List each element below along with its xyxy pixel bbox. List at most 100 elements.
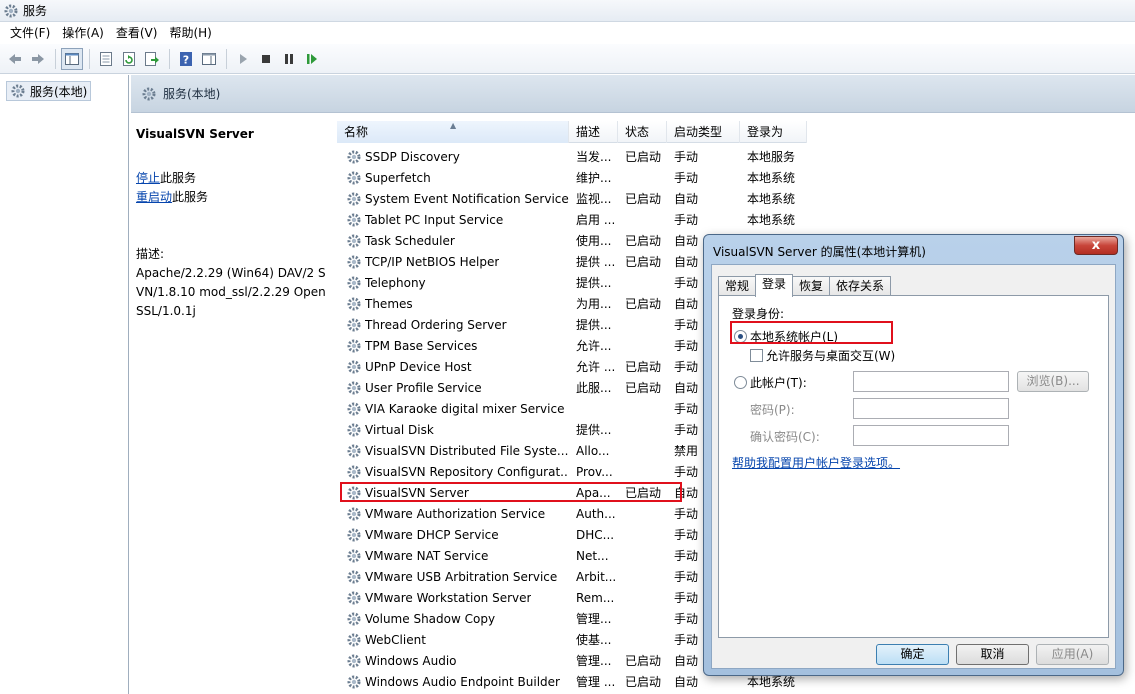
content-header: 服务(本地) <box>131 75 1135 113</box>
forward-button[interactable] <box>27 48 49 70</box>
column-header-logon-as[interactable]: 登录为 <box>740 121 807 143</box>
table-row[interactable]: System Event Notification Service 监视... 已启… <box>337 188 1135 209</box>
properties-dialog: VisualSVN Server 的属性(本地计算机) x 常规 登录 恢复 依… <box>703 234 1124 676</box>
properties-button[interactable] <box>95 48 117 70</box>
services-gear-icon <box>11 84 25 98</box>
service-name: VMware Authorization Service <box>365 506 546 521</box>
this-account-label[interactable]: 此帐户(T): <box>750 374 807 391</box>
allow-desktop-checkbox[interactable] <box>750 349 763 362</box>
pause-service-button[interactable] <box>278 48 300 70</box>
cell-status: 已启动 <box>625 675 662 689</box>
svg-text:?: ? <box>183 53 189 66</box>
cell-name: User Profile Service <box>337 380 569 396</box>
apply-button[interactable]: 应用(A) <box>1036 644 1109 665</box>
show-action-pane-button[interactable] <box>198 48 220 70</box>
browse-button[interactable]: 浏览(B)... <box>1017 371 1089 392</box>
export-list-button[interactable] <box>141 48 163 70</box>
menu-view[interactable]: 查看(V) <box>110 23 164 43</box>
account-input[interactable] <box>853 371 1009 392</box>
list-header: ▲ 名称 描述 状态 启动类型 登录为 <box>337 121 807 143</box>
service-gear-icon <box>347 444 361 457</box>
column-header-name[interactable]: ▲ 名称 <box>337 121 569 143</box>
refresh-button[interactable] <box>118 48 140 70</box>
cell-name: Themes <box>337 296 569 312</box>
cell-status: 已启动 <box>625 255 662 269</box>
highlight-local-system-option <box>730 321 893 344</box>
dialog-tabs: 常规 登录 恢复 依存关系 <box>718 274 892 297</box>
tab-dependencies[interactable]: 依存关系 <box>829 276 892 297</box>
help-button[interactable]: ? <box>175 48 197 70</box>
service-gear-icon <box>347 360 361 373</box>
cell-name: SSDP Discovery <box>337 149 569 165</box>
service-gear-icon <box>347 150 361 163</box>
help-configure-logon-link[interactable]: 帮助我配置用户帐户登录选项。 <box>732 454 900 471</box>
tab-logon[interactable]: 登录 <box>755 274 794 297</box>
column-header-name-label: 名称 <box>344 125 369 139</box>
cell-name: VMware USB Arbitration Service <box>337 569 569 585</box>
service-gear-icon <box>347 612 361 625</box>
menu-action[interactable]: 操作(A) <box>56 23 110 43</box>
service-gear-icon <box>347 675 361 688</box>
tab-general[interactable]: 常规 <box>718 276 757 297</box>
service-gear-icon <box>347 465 361 478</box>
service-name: TCP/IP NetBIOS Helper <box>365 254 500 269</box>
cancel-button[interactable]: 取消 <box>956 644 1029 665</box>
cell-description: 管理... <box>576 612 612 626</box>
cell-name: VMware NAT Service <box>337 548 569 564</box>
stop-icon <box>262 54 270 63</box>
cell-status: 已启动 <box>625 234 662 248</box>
password-input[interactable] <box>853 398 1009 419</box>
cell-name: TCP/IP NetBIOS Helper <box>337 254 569 270</box>
console-tree-icon <box>65 52 79 65</box>
cell-startup-type: 自动 <box>674 192 699 206</box>
confirm-password-input[interactable] <box>853 425 1009 446</box>
show-console-tree-button[interactable] <box>61 47 83 70</box>
toolbar-separator <box>226 48 227 69</box>
cell-name: VMware Workstation Server <box>337 590 569 606</box>
tree-node-label: 服务(本地) <box>30 84 88 99</box>
back-button[interactable] <box>4 48 26 70</box>
window-titlebar: 服务 <box>0 0 1135 22</box>
stop-service-link[interactable]: 停止 <box>136 171 160 185</box>
column-header-status[interactable]: 状态 <box>618 121 667 143</box>
service-name: User Profile Service <box>365 380 482 395</box>
cell-name: Volume Shadow Copy <box>337 611 569 627</box>
restart-service-link[interactable]: 重启动 <box>136 190 172 204</box>
tree-node-services-local[interactable]: 服务(本地) <box>6 81 92 101</box>
table-row[interactable]: SSDP Discovery 当发... 已启动 手动 本地服务 <box>337 146 1135 167</box>
restart-service-button[interactable] <box>301 48 323 70</box>
cell-status: 已启动 <box>625 297 662 311</box>
allow-desktop-label[interactable]: 允许服务与桌面交互(W) <box>766 347 895 364</box>
dialog-close-button[interactable]: x <box>1074 236 1118 255</box>
stop-service-suffix: 此服务 <box>160 171 197 185</box>
cell-description: Arbit... <box>576 569 617 584</box>
cell-name: Tablet PC Input Service <box>337 212 569 228</box>
properties-icon <box>100 51 112 66</box>
menu-help[interactable]: 帮助(H) <box>163 23 217 43</box>
column-header-description[interactable]: 描述 <box>569 121 618 143</box>
start-service-button[interactable] <box>232 48 254 70</box>
stop-service-button[interactable] <box>255 48 277 70</box>
cell-description: 使基... <box>576 633 612 647</box>
service-detail-pane: VisualSVN Server 停止此服务 重启动此服务 描述: Apache… <box>131 113 337 694</box>
cell-description: 管理... <box>576 654 612 668</box>
cell-description: 当发... <box>576 150 612 164</box>
cell-name: Windows Audio <box>337 653 569 669</box>
cell-status: 已启动 <box>625 360 662 374</box>
menu-file[interactable]: 文件(F) <box>4 23 56 43</box>
service-name: SSDP Discovery <box>365 149 460 164</box>
this-account-radio[interactable] <box>734 376 747 389</box>
cell-description: 为用... <box>576 297 612 311</box>
table-row[interactable]: Tablet PC Input Service 启用 ... 手动 本地系统 <box>337 209 1135 230</box>
service-gear-icon <box>347 591 361 604</box>
ok-button[interactable]: 确定 <box>876 644 949 665</box>
cell-description: 提供... <box>576 423 612 437</box>
cell-startup-type: 手动 <box>674 171 699 185</box>
column-header-startup-type[interactable]: 启动类型 <box>667 121 740 143</box>
tab-recovery[interactable]: 恢复 <box>792 276 831 297</box>
play-icon <box>240 53 247 64</box>
service-name: Telephony <box>365 275 426 290</box>
service-gear-icon <box>347 381 361 394</box>
table-row[interactable]: Superfetch 维护... 手动 本地系统 <box>337 167 1135 188</box>
service-name: Tablet PC Input Service <box>365 212 504 227</box>
